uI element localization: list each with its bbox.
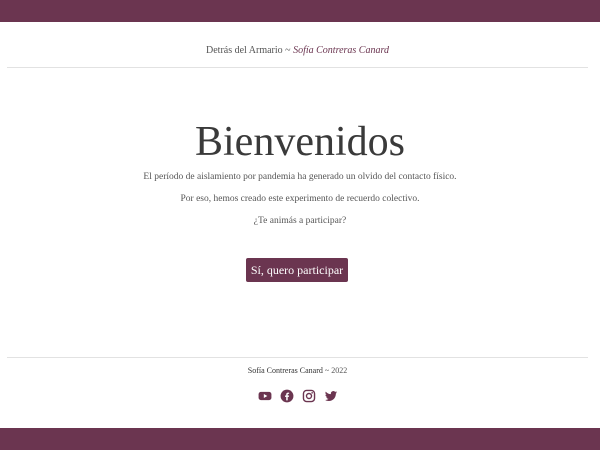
twitter-icon[interactable] [324, 389, 338, 403]
site-name[interactable]: Detrás del Armario [206, 45, 283, 56]
top-accent-bar [0, 0, 600, 22]
intro-paragraph-1: El período de aislamiento por pandemia h… [143, 172, 457, 182]
footer-separator: ~ [322, 366, 332, 375]
intro-paragraph-2: Por eso, hemos creado este experimento d… [180, 194, 420, 204]
site-tagline: Detrás del Armario ~ Sofía Contreras Can… [7, 45, 588, 57]
youtube-icon[interactable] [258, 389, 272, 403]
site-footer: Sofía Contreras Canard ~ 2022 [7, 357, 588, 403]
footer-author-name: Sofía Contreras Canard [247, 366, 323, 375]
footer-year: 2022 [331, 366, 348, 375]
participate-button[interactable]: Sí, quero participar [246, 258, 348, 282]
social-links [7, 389, 588, 403]
intro-question: ¿Te animás a participar? [253, 216, 347, 226]
instagram-icon[interactable] [302, 389, 316, 403]
bottom-accent-bar [0, 428, 600, 450]
header-separator: ~ [282, 45, 294, 56]
footer-credit: Sofía Contreras Canard ~ 2022 [7, 366, 588, 376]
page-title: Bienvenidos [195, 119, 405, 165]
facebook-icon[interactable] [280, 389, 294, 403]
site-header: Detrás del Armario ~ Sofía Contreras Can… [7, 22, 588, 68]
author-name[interactable]: Sofía Contreras Canard [293, 45, 389, 56]
